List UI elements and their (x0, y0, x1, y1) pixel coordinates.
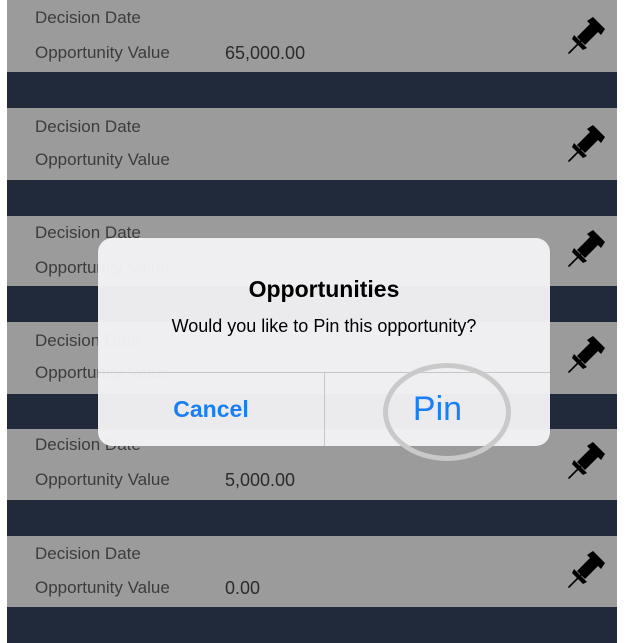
decision-date-label: Decision Date (35, 544, 141, 563)
opportunity-row[interactable]: Decision Date Opportunity Value 65,000.0… (7, 0, 617, 72)
dialog-title: Opportunities (248, 276, 400, 302)
row-separator (7, 72, 617, 108)
pushpin-icon[interactable] (563, 15, 607, 59)
decision-date-label: Decision Date (35, 117, 141, 136)
opportunity-value-label: Opportunity Value (35, 150, 170, 169)
cancel-button[interactable]: Cancel (98, 373, 324, 446)
opportunity-value-label: Opportunity Value (35, 470, 170, 489)
pushpin-icon[interactable] (563, 123, 607, 167)
opportunity-value: 0.00 (225, 578, 261, 598)
opportunity-value: 65,000.00 (225, 43, 306, 63)
opportunity-row[interactable]: Decision Date Opportunity Value 0.00 (7, 536, 617, 607)
pushpin-icon[interactable] (563, 549, 607, 593)
row-separator (7, 500, 617, 536)
opportunity-value-label: Opportunity Value (35, 578, 170, 597)
opportunity-value-label: Opportunity Value (35, 43, 170, 62)
pin-button[interactable]: Pin (325, 373, 550, 446)
pin-confirm-dialog: Opportunities Would you like to Pin this… (98, 238, 550, 446)
opportunity-row[interactable]: Decision Date Opportunity Value (7, 108, 617, 180)
pushpin-icon[interactable] (563, 334, 607, 378)
pushpin-icon[interactable] (563, 440, 607, 484)
opportunity-value: 5,000.00 (225, 470, 296, 490)
pushpin-icon[interactable] (563, 228, 607, 272)
decision-date-label: Decision Date (35, 8, 141, 27)
row-separator (7, 607, 617, 643)
row-separator (7, 180, 617, 216)
dialog-message: Would you like to Pin this opportunity? (171, 316, 477, 336)
